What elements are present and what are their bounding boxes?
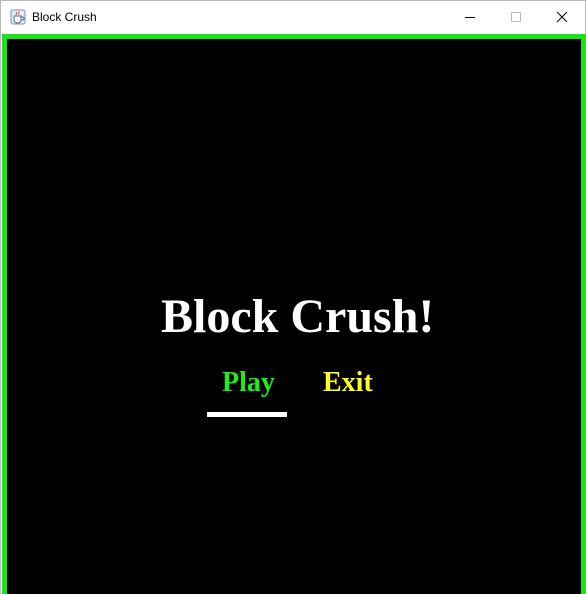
maximize-icon bbox=[511, 12, 521, 22]
menu-selection-underline bbox=[207, 412, 287, 417]
java-cup-icon bbox=[10, 9, 26, 25]
maximize-button[interactable] bbox=[493, 1, 539, 33]
close-button[interactable] bbox=[539, 1, 585, 33]
minimize-button[interactable] bbox=[447, 1, 493, 33]
game-title: Block Crush! bbox=[161, 290, 435, 343]
close-icon bbox=[556, 11, 568, 23]
app-window: Block Crush Block Crush! Play Exit bbox=[0, 0, 586, 594]
title-bar[interactable]: Block Crush bbox=[1, 1, 585, 33]
exit-option[interactable]: Exit bbox=[323, 365, 373, 401]
minimize-icon bbox=[465, 17, 475, 18]
play-option[interactable]: Play bbox=[222, 365, 275, 401]
window-title: Block Crush bbox=[32, 10, 97, 24]
